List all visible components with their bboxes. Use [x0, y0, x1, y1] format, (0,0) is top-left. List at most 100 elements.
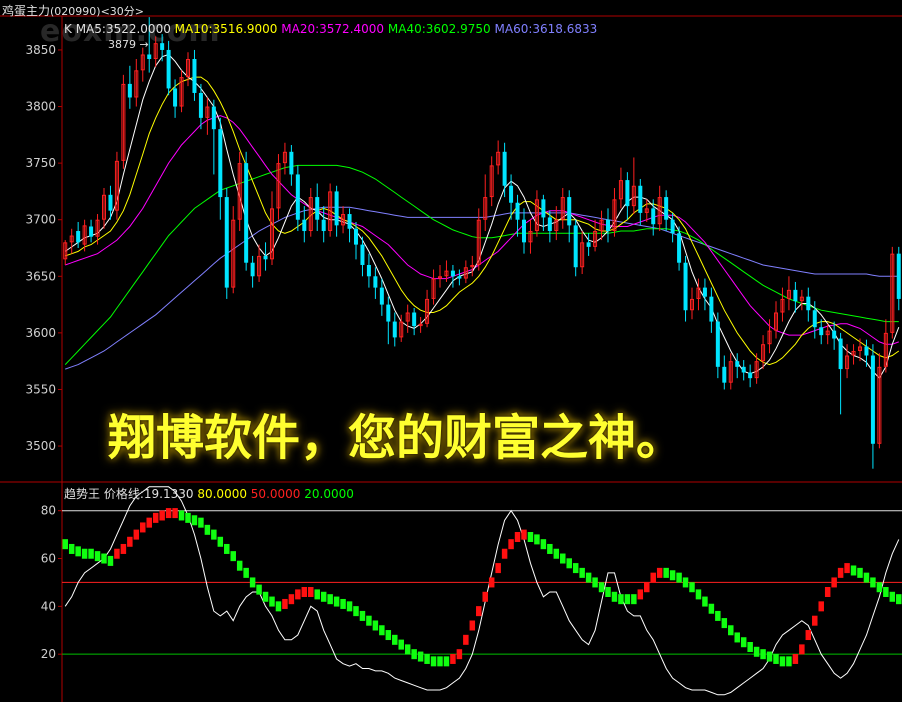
price-line-value: 价格线:19.1330: [103, 487, 194, 501]
candle-body: [896, 253, 901, 299]
candle-body: [450, 270, 455, 277]
candle-body: [748, 372, 753, 379]
trend-block: [146, 517, 152, 528]
ma5-value: MA5:3522.0000: [75, 22, 171, 36]
sub-y-tick-label: 20: [41, 647, 56, 661]
candle-body: [108, 194, 113, 211]
trend-block: [572, 563, 579, 574]
candle-body: [722, 366, 727, 383]
trend-block: [62, 539, 68, 550]
candle-body: [89, 226, 94, 237]
trend-block: [308, 587, 314, 597]
sub-y-tick-label: 40: [41, 599, 56, 613]
trend-block: [766, 651, 773, 662]
ma20-line: [65, 115, 899, 345]
trend-block: [340, 598, 346, 609]
trend-block: [198, 517, 204, 528]
y-tick-label: 3550: [25, 382, 56, 396]
trend-block: [379, 625, 385, 636]
trend-block: [728, 625, 734, 636]
candle-body: [819, 327, 824, 336]
trend-block: [320, 591, 327, 602]
y-tick-label: 3800: [25, 100, 56, 114]
trend-block: [618, 594, 624, 605]
trend-block: [631, 594, 637, 605]
trend-block: [889, 591, 896, 602]
candle-body: [127, 83, 132, 98]
trend-block: [385, 630, 392, 641]
trend-block: [288, 594, 295, 605]
trend-block: [346, 601, 353, 612]
trend-block: [773, 653, 779, 664]
candle-body: [218, 129, 223, 198]
candle-body: [386, 304, 391, 322]
trend-block: [896, 594, 902, 605]
ma-header: K MA5:3522.0000 MA10:3516.9000 MA20:3572…: [64, 22, 597, 36]
trend-block: [495, 563, 501, 574]
ma10-value: MA10:3516.9000: [174, 22, 278, 36]
candle-body: [147, 54, 152, 60]
trend-block: [217, 536, 224, 547]
y-tick-label: 3750: [25, 156, 56, 170]
candle-body: [373, 276, 378, 288]
trend-block: [327, 594, 333, 605]
y-tick-label: 3500: [25, 439, 56, 453]
period-label: <30分>: [100, 5, 145, 18]
candle-body: [832, 330, 837, 339]
candle-body: [651, 208, 656, 225]
candle-body: [502, 151, 507, 186]
trend-block: [411, 649, 417, 660]
trend-block: [204, 524, 211, 535]
k-label: K: [64, 22, 72, 36]
trend-block: [314, 589, 320, 600]
trend-block: [450, 653, 456, 664]
candle-body: [315, 197, 320, 220]
candle-body: [715, 321, 720, 367]
trend-block: [553, 548, 560, 559]
trend-block: [863, 572, 870, 583]
trend-block: [876, 582, 883, 593]
trend-block: [501, 548, 508, 559]
instrument-name: 鸡蛋主力: [2, 4, 51, 18]
trend-block: [417, 651, 424, 662]
trend-block: [508, 539, 514, 550]
trend-block: [463, 634, 469, 645]
trend-block: [592, 577, 598, 588]
trend-block: [715, 610, 721, 621]
candle-body: [366, 264, 371, 277]
trend-block: [165, 508, 172, 519]
max-price-marker: 3879 →: [108, 38, 149, 51]
candle-body: [321, 219, 326, 232]
trend-block: [682, 577, 689, 588]
trend-block: [708, 603, 715, 614]
trend-block: [75, 546, 81, 557]
trend-block: [644, 582, 650, 593]
trend-block: [443, 656, 450, 667]
trend-block: [566, 558, 572, 569]
candle-body: [638, 185, 643, 213]
candle-body: [735, 361, 740, 367]
trend-block: [579, 567, 585, 578]
candle-body: [793, 289, 798, 302]
trend-block: [812, 615, 818, 626]
trend-block: [224, 543, 230, 554]
kline-chart: 3500 3550 3600 3650 3700 3750 3800 3850 20 40 60 80: [0, 15, 902, 702]
y-tick-label: 3600: [25, 326, 56, 340]
trend-block: [282, 598, 288, 609]
candle-body: [211, 106, 216, 130]
trend-block: [824, 587, 831, 597]
trend-block: [753, 646, 760, 657]
trend-block: [120, 543, 127, 554]
candle-body: [379, 287, 384, 305]
candle-body: [250, 262, 255, 277]
candle-body: [709, 296, 714, 322]
trend-block: [275, 601, 282, 612]
trend-block: [152, 512, 159, 523]
trend-block: [540, 539, 547, 550]
trend-block: [786, 656, 792, 667]
trend-block: [611, 591, 618, 602]
trend-block: [560, 553, 566, 564]
trend-block: [211, 529, 217, 540]
candle-body: [76, 231, 81, 243]
trend-block: [372, 620, 379, 631]
